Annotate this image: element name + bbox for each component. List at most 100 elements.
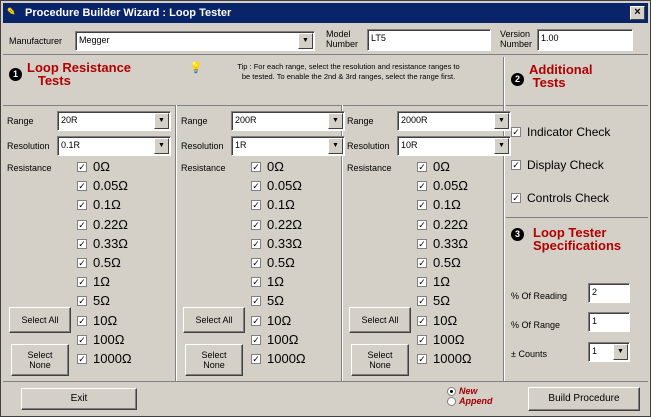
checkbox[interactable]: ✓ [417,315,427,326]
exit-button[interactable]: Exit [21,388,137,410]
select-all-button[interactable]: Select All [349,307,411,333]
checkbox[interactable]: ✓ [417,296,427,307]
resistance-option[interactable]: ✓ 0Ω [251,159,284,175]
chevron-down-icon[interactable]: ▼ [613,344,628,360]
checkbox[interactable]: ✓ [77,296,87,307]
resistance-option[interactable]: ✓ 0.1Ω [417,197,461,213]
resistance-option[interactable]: ✓ 0.33Ω [417,236,468,252]
resistance-option[interactable]: ✓ 5Ω [417,293,450,309]
select-none-button[interactable]: Select None [185,344,243,376]
checkbox[interactable]: ✓ [511,127,521,137]
resistance-option[interactable]: ✓ 0.5Ω [77,255,121,271]
checkbox[interactable]: ✓ [77,315,87,326]
resistance-option[interactable]: ✓ 0.22Ω [251,217,302,233]
checkbox[interactable]: ✓ [251,181,261,192]
range-select[interactable]: 20R ▼ [57,111,171,131]
checkbox[interactable]: ✓ [417,162,427,172]
checkbox[interactable]: ✓ [251,162,261,172]
new-radio[interactable]: New [447,386,493,397]
checkbox[interactable]: ✓ [251,354,261,364]
resistance-option[interactable]: ✓ 0Ω [417,159,450,175]
resistance-option[interactable]: ✓ 0.5Ω [417,255,461,271]
append-radio[interactable]: Append [447,396,493,407]
checkbox[interactable]: ✓ [77,238,87,249]
checkbox[interactable]: ✓ [77,354,87,364]
checkbox[interactable]: ✓ [417,200,427,211]
resistance-option[interactable]: ✓ 10Ω [251,313,291,329]
resolution-select[interactable]: 1R ▼ [231,136,345,156]
radio-icon[interactable] [447,387,456,397]
checkbox[interactable]: ✓ [417,334,427,345]
checkbox[interactable]: ✓ [417,238,427,249]
resistance-option[interactable]: ✓ 0.22Ω [77,217,128,233]
resistance-option[interactable]: ✓ 0.1Ω [251,197,295,213]
checkbox[interactable]: ✓ [417,354,427,364]
reading-input[interactable]: 2 [588,283,630,303]
select-all-button[interactable]: Select All [183,307,245,333]
resistance-option[interactable]: ✓ 0.5Ω [251,255,295,271]
checkbox[interactable]: ✓ [77,181,87,192]
chevron-down-icon[interactable]: ▼ [494,113,509,129]
close-button[interactable]: × [630,6,645,20]
resistance-option[interactable]: ✓ 10Ω [77,313,117,329]
resistance-option[interactable]: ✓ 0.1Ω [77,197,121,213]
checkbox[interactable]: ✓ [251,315,261,326]
chevron-down-icon[interactable]: ▼ [154,138,169,154]
display-check[interactable]: ✓ Display Check [511,158,604,172]
range-select[interactable]: 2000R ▼ [397,111,511,131]
checkbox[interactable]: ✓ [251,238,261,249]
resistance-option[interactable]: ✓ 0.05Ω [251,178,302,194]
checkbox[interactable]: ✓ [251,277,261,288]
version-input[interactable]: 1.00 [537,29,633,51]
model-input[interactable]: LT5 [367,29,491,51]
checkbox[interactable]: ✓ [417,258,427,268]
chevron-down-icon[interactable]: ▼ [154,113,169,129]
resolution-select[interactable]: 0.1R ▼ [57,136,171,156]
build-procedure-button[interactable]: Build Procedure [528,387,640,411]
controls-check[interactable]: ✓ Controls Check [511,191,609,205]
chevron-down-icon[interactable]: ▼ [298,33,313,49]
resistance-option[interactable]: ✓ 1Ω [417,274,450,290]
chevron-down-icon[interactable]: ▼ [328,138,343,154]
counts-select[interactable]: 1 ▼ [588,342,630,362]
checkbox[interactable]: ✓ [417,277,427,288]
manufacturer-select[interactable]: Megger ▼ [75,31,315,51]
checkbox[interactable]: ✓ [251,258,261,268]
resistance-option[interactable]: ✓ 0.22Ω [417,217,468,233]
checkbox[interactable]: ✓ [417,181,427,192]
checkbox[interactable]: ✓ [511,160,521,170]
checkbox[interactable]: ✓ [77,219,87,230]
resistance-option[interactable]: ✓ 0.33Ω [251,236,302,252]
checkbox[interactable]: ✓ [251,334,261,345]
resistance-option[interactable]: ✓ 1Ω [251,274,284,290]
indicator-check[interactable]: ✓ Indicator Check [511,125,610,139]
resistance-option[interactable]: ✓ 0.05Ω [77,178,128,194]
resistance-option[interactable]: ✓ 1Ω [77,274,110,290]
resistance-option[interactable]: ✓ 1000Ω [77,351,132,367]
checkbox[interactable]: ✓ [251,219,261,230]
checkbox[interactable]: ✓ [251,200,261,211]
resistance-option[interactable]: ✓ 100Ω [417,332,464,348]
resolution-select[interactable]: 10R ▼ [397,136,511,156]
resistance-option[interactable]: ✓ 5Ω [251,293,284,309]
range-select[interactable]: 200R ▼ [231,111,345,131]
chevron-down-icon[interactable]: ▼ [328,113,343,129]
range-percent-input[interactable]: 1 [588,312,630,332]
resistance-option[interactable]: ✓ 1000Ω [417,351,472,367]
resistance-option[interactable]: ✓ 0Ω [77,159,110,175]
checkbox[interactable]: ✓ [77,258,87,268]
checkbox[interactable]: ✓ [77,162,87,172]
checkbox[interactable]: ✓ [77,277,87,288]
select-all-button[interactable]: Select All [9,307,71,333]
checkbox[interactable]: ✓ [417,219,427,230]
resistance-option[interactable]: ✓ 5Ω [77,293,110,309]
resistance-option[interactable]: ✓ 10Ω [417,313,457,329]
resistance-option[interactable]: ✓ 100Ω [251,332,298,348]
select-none-button[interactable]: Select None [351,344,409,376]
resistance-option[interactable]: ✓ 0.33Ω [77,236,128,252]
checkbox[interactable]: ✓ [77,334,87,345]
checkbox[interactable]: ✓ [77,200,87,211]
checkbox[interactable]: ✓ [511,193,521,203]
select-none-button[interactable]: Select None [11,344,69,376]
resistance-option[interactable]: ✓ 0.05Ω [417,178,468,194]
